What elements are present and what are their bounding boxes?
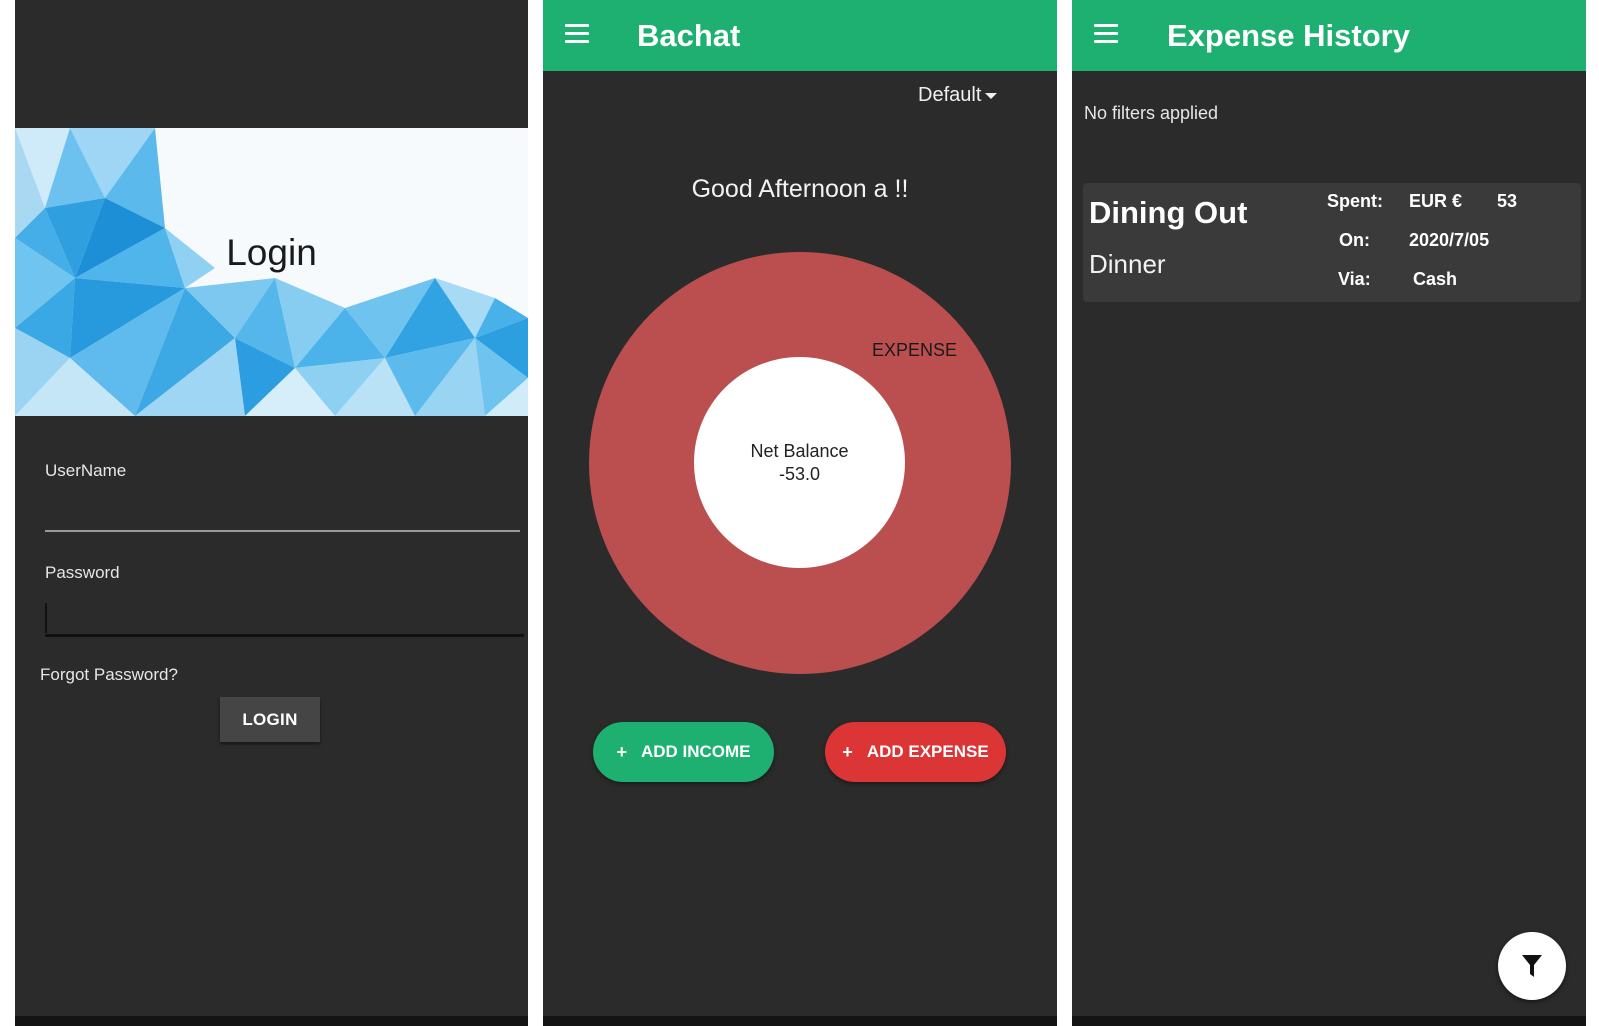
greeting-text: Good Afternoon a !! xyxy=(691,175,909,203)
spent-label: Spent: xyxy=(1327,191,1383,211)
net-balance-value: -53.0 xyxy=(778,463,821,484)
net-balance-label: Net Balance xyxy=(750,440,849,461)
account-dropdown-value: Default xyxy=(918,84,982,106)
dashboard-screen: Bachat Default Good Afternoon a !! EXPEN… xyxy=(543,0,1057,1026)
expense-date: 2020/7/05 xyxy=(1409,230,1490,250)
app-toolbar: Expense History xyxy=(1072,0,1586,71)
balance-donut-chart: EXPENSE Net Balance -53.0 xyxy=(589,252,1011,674)
password-field[interactable] xyxy=(45,634,524,637)
expense-amount: 53 xyxy=(1497,191,1518,211)
add-income-label: ADD INCOME xyxy=(640,742,751,761)
add-expense-button[interactable]: + ADD EXPENSE xyxy=(825,722,1006,782)
expense-currency: EUR € xyxy=(1409,191,1463,211)
login-title: Login xyxy=(226,232,317,273)
plus-icon: + xyxy=(616,741,627,762)
expense-history-screen: Expense History No filters applied Dinin… xyxy=(1072,0,1586,1026)
expense-segment-label: EXPENSE xyxy=(872,340,958,360)
hamburger-menu-icon[interactable] xyxy=(1094,24,1118,44)
hamburger-menu-icon[interactable] xyxy=(565,24,589,44)
expense-category: Dining Out xyxy=(1089,195,1248,230)
expense-note: Dinner xyxy=(1089,249,1166,279)
nav-bar-strip xyxy=(543,1016,1057,1026)
filter-fab-button[interactable] xyxy=(1498,932,1566,1000)
text-cursor xyxy=(45,603,47,633)
plus-icon: + xyxy=(842,741,853,762)
page-title: Expense History xyxy=(1167,18,1410,53)
add-expense-label: ADD EXPENSE xyxy=(866,742,989,761)
add-income-button[interactable]: + ADD INCOME xyxy=(593,722,774,782)
donut-center: Net Balance -53.0 xyxy=(694,357,905,568)
filters-status: No filters applied xyxy=(1084,103,1219,123)
username-label: UserName xyxy=(45,461,127,480)
on-label: On: xyxy=(1339,230,1370,250)
via-label: Via: xyxy=(1338,269,1371,289)
caret-down-icon xyxy=(985,92,998,99)
account-dropdown[interactable]: Default xyxy=(918,84,998,107)
app-toolbar: Bachat xyxy=(543,0,1057,71)
login-screen: Login UserName Password Forgot Password?… xyxy=(15,0,528,1026)
login-button[interactable]: LOGIN xyxy=(220,697,320,742)
password-label: Password xyxy=(45,563,120,582)
nav-bar-strip xyxy=(1072,1016,1586,1026)
forgot-password-link[interactable]: Forgot Password? xyxy=(40,665,178,685)
payment-method: Cash xyxy=(1413,269,1458,289)
expense-card[interactable]: Dining Out Dinner Spent: EUR € 53 On: 20… xyxy=(1083,183,1581,302)
filter-icon xyxy=(1522,955,1542,977)
username-field[interactable] xyxy=(45,530,520,532)
nav-bar-strip xyxy=(15,1016,528,1026)
login-banner: Login xyxy=(15,128,528,416)
app-title: Bachat xyxy=(637,18,741,53)
